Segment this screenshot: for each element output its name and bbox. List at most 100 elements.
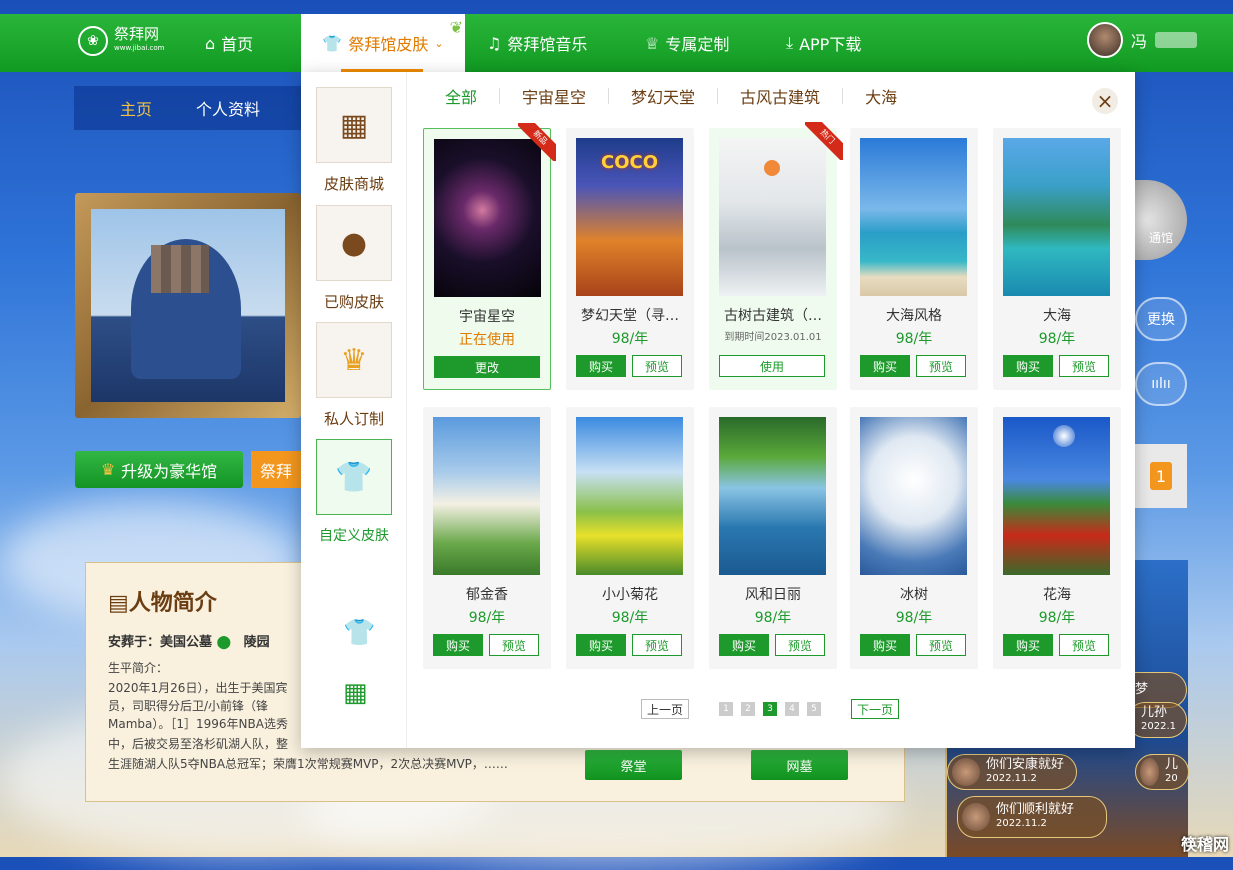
jibai-button[interactable]: 祭拜 (251, 451, 301, 488)
skin-card[interactable]: 大海 98/年 购买 预览 (993, 128, 1121, 390)
cat-label: 皮肤商城 (323, 175, 384, 193)
page-3[interactable]: 3 (763, 702, 778, 716)
shirt-icon: 👕 (322, 33, 343, 53)
logo-icon: ❀ (78, 26, 108, 56)
portrait-frame (75, 193, 301, 418)
skin-thumbnail (433, 417, 540, 575)
cat-custom[interactable]: 👕 自定义皮肤 (316, 439, 392, 545)
upgrade-label: 升级为豪华馆 (121, 461, 218, 481)
preview-button[interactable]: 预览 (775, 634, 825, 656)
buy-button[interactable]: 购买 (576, 634, 626, 656)
shirt-icon: 👕 (335, 459, 373, 495)
tab-ancient[interactable]: 古风古建筑 (740, 84, 842, 108)
audio-wave-icon[interactable]: ıılıı (1135, 362, 1187, 406)
wangmu-button[interactable]: 网墓 (751, 750, 848, 780)
page-4[interactable]: 4 (785, 702, 800, 716)
buy-button[interactable]: 购买 (860, 634, 910, 656)
skin-price: 98/年 (895, 610, 933, 626)
message-date: 2022.1 (1141, 721, 1176, 732)
skin-card[interactable]: 新品 宇宙星空 正在使用 更改 (423, 123, 556, 390)
user-menu[interactable]: 冯 (1086, 22, 1197, 58)
skin-name: 风和日丽 (745, 587, 801, 603)
cat-label: 私人订制 (323, 410, 384, 428)
cat-label: 自定义皮肤 (319, 528, 389, 544)
skin-name: 小小菊花 (602, 587, 658, 603)
nav-custom[interactable]: ♕ 专属定制 (645, 14, 729, 72)
cat-skin-shop[interactable]: ▦ 皮肤商城 (316, 87, 392, 194)
skin-name: 大海风格 (886, 308, 942, 324)
buy-button[interactable]: 购买 (1003, 634, 1053, 656)
intro-line: 员，司职得分后卫/小前锋（锋 (108, 699, 269, 713)
message-bubble: 你们安康就好 2022.11.2 (947, 754, 1077, 790)
preview-button[interactable]: 预览 (489, 634, 539, 656)
skin-thumbnail (719, 417, 826, 575)
nav-app[interactable]: ⤓ APP下载 (786, 14, 861, 72)
message-text: 你们安康就好 (986, 757, 1065, 772)
crown-icon: ♕ (645, 33, 660, 53)
store-icon[interactable]: ▦ (343, 678, 368, 708)
preview-button[interactable]: 预览 (632, 355, 682, 377)
skin-card[interactable]: 小小菊花 98/年 购买 预览 (566, 407, 694, 669)
crown-icon: ♛ (340, 342, 368, 378)
preview-button[interactable]: 预览 (1059, 634, 1109, 656)
change-button[interactable]: 更换 (1135, 297, 1187, 341)
tang-button[interactable]: 祭堂 (585, 750, 682, 780)
skin-name: 花海 (1043, 587, 1071, 603)
preview-button[interactable]: 预览 (632, 634, 682, 656)
skin-card[interactable]: COCO 梦幻天堂（寻… 98/年 购买 预览 (566, 128, 694, 390)
blurred-name (1155, 32, 1197, 48)
tab-all[interactable]: 全部 (445, 84, 499, 108)
next-page-button[interactable]: 下一页 (851, 699, 900, 719)
chevron-down-icon: ⌄ (434, 36, 444, 50)
use-button[interactable]: 使用 (719, 355, 825, 377)
skin-card[interactable]: 风和日丽 98/年 购买 预览 (709, 407, 837, 669)
preview-button[interactable]: 预览 (916, 634, 966, 656)
intro-line: Mamba）。［1］1996年NBA选秀 (108, 717, 288, 731)
top-navigation: ❀ 祭拜网 www.jibai.com ⌂ 首页 👕 祭拜馆皮肤 ⌄ ❦ ♫ 祭拜馆音乐 ♕… (0, 14, 1233, 72)
shirt-icon[interactable]: 👕 (343, 618, 375, 648)
new-ribbon: 新品 (518, 123, 556, 161)
cat-purchased[interactable]: ● 已购皮肤 (316, 205, 392, 312)
skin-card[interactable]: 大海风格 98/年 购买 预览 (850, 128, 978, 390)
skin-thumbnail (860, 417, 967, 575)
page-5[interactable]: 5 (807, 702, 822, 716)
buy-button[interactable]: 购买 (860, 355, 910, 377)
music-icon: ♫ (487, 33, 502, 53)
skin-card[interactable]: 花海 98/年 购买 预览 (993, 407, 1121, 669)
tab-sea[interactable]: 大海 (865, 84, 919, 108)
buy-button[interactable]: 购买 (576, 355, 626, 377)
page-1[interactable]: 1 (719, 702, 734, 716)
upgrade-button[interactable]: ♛ 升级为豪华馆 (75, 451, 243, 488)
nav-music[interactable]: ♫ 祭拜馆音乐 (487, 14, 587, 72)
crown-icon: ♛ (100, 460, 116, 479)
skin-thumbnail: COCO (576, 138, 683, 296)
tab-heaven[interactable]: 梦幻天堂 (631, 84, 717, 108)
nav-music-label: 祭拜馆音乐 (507, 35, 588, 54)
skin-price: 98/年 (468, 610, 506, 626)
preview-button[interactable]: 预览 (1059, 355, 1109, 377)
subnav-profile[interactable]: 个人资料 (196, 96, 260, 120)
avatar (1140, 758, 1159, 786)
skin-card[interactable]: 郁金香 98/年 购买 预览 (423, 407, 551, 669)
tab-cosmos[interactable]: 宇宙星空 (522, 84, 608, 108)
cat-private[interactable]: ♛ 私人订制 (316, 322, 392, 429)
skin-card[interactable]: 热门 古树古建筑（… 到期时间2023.01.01 使用 (709, 122, 843, 390)
nav-home[interactable]: ⌂ 首页 (205, 14, 253, 72)
page-2[interactable]: 2 (741, 702, 756, 716)
buy-button[interactable]: 购买 (719, 634, 769, 656)
lingyuan-text: 陵园 (243, 635, 270, 650)
skin-card[interactable]: 冰树 98/年 购买 预览 (850, 407, 978, 669)
buy-button[interactable]: 购买 (433, 634, 483, 656)
skin-expiry: 到期时间2023.01.01 (724, 332, 822, 343)
site-logo[interactable]: ❀ 祭拜网 www.jibai.com (78, 26, 165, 56)
close-icon[interactable]: × (1092, 88, 1118, 114)
nav-home-label: 首页 (221, 35, 254, 54)
skin-price: 98/年 (754, 610, 792, 626)
nav-skin-label: 祭拜馆皮肤 (348, 35, 429, 54)
buy-button[interactable]: 购买 (1003, 355, 1053, 377)
change-button[interactable]: 更改 (434, 356, 540, 378)
subnav-home[interactable]: 主页 (120, 96, 152, 120)
preview-button[interactable]: 预览 (916, 355, 966, 377)
nav-skin[interactable]: 👕 祭拜馆皮肤 ⌄ ❦ (301, 14, 465, 72)
prev-page-button[interactable]: 上一页 (641, 699, 690, 719)
